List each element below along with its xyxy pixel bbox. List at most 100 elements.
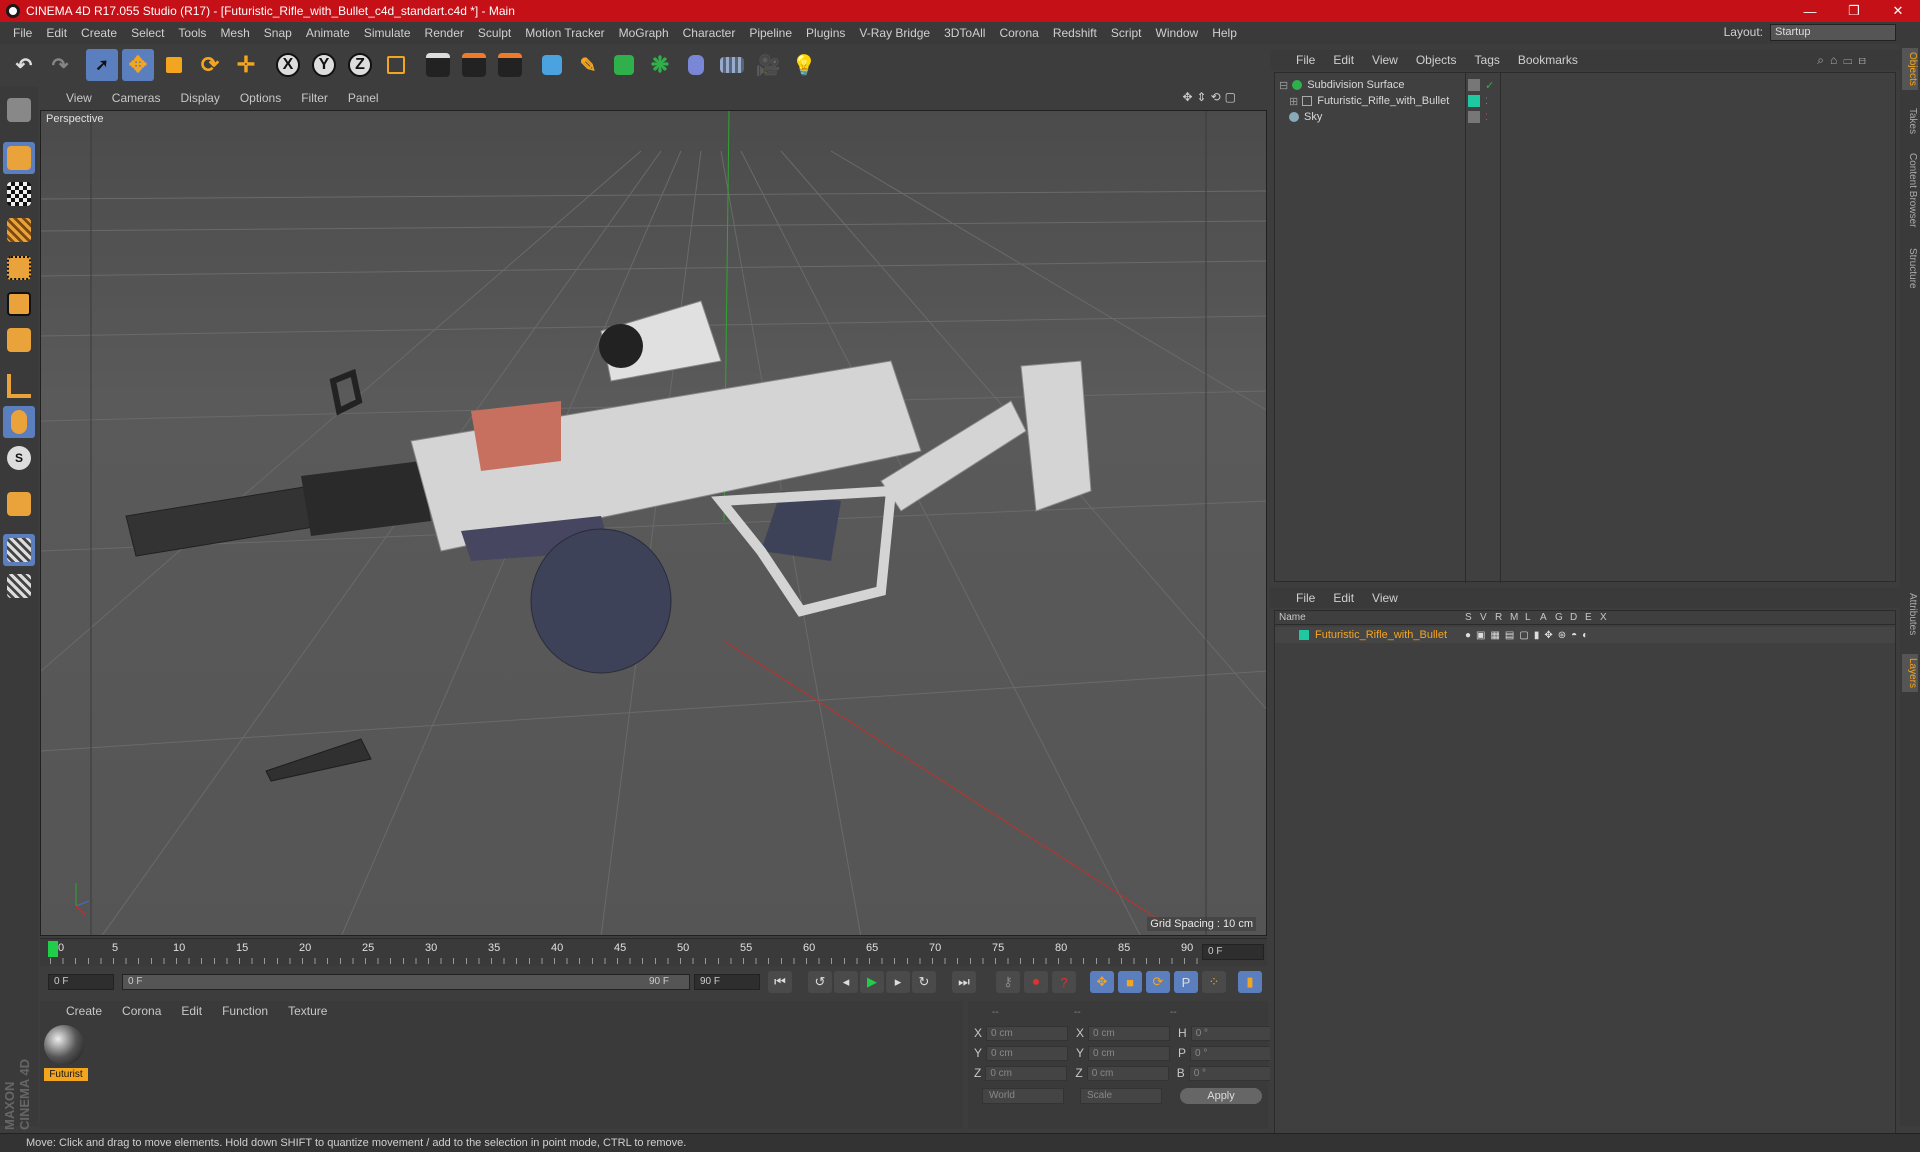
move-tool-button[interactable]: ✥	[122, 49, 154, 81]
key-rotation-button[interactable]: ⟳	[1146, 971, 1170, 993]
timeline-button[interactable]: ▮	[1238, 971, 1262, 993]
close-button[interactable]: ✕	[1876, 0, 1920, 22]
redo-button[interactable]: ↷	[44, 49, 76, 81]
material-menu-edit[interactable]: Edit	[181, 1004, 202, 1018]
menu-snap[interactable]: Snap	[264, 26, 292, 40]
apply-button[interactable]: Apply	[1180, 1088, 1262, 1104]
object-row-subdivision[interactable]: ⊟ Subdivision Surface ✓	[1275, 77, 1895, 93]
camera-button[interactable]: 🎥	[752, 49, 784, 81]
layer-color-swatch[interactable]	[1299, 630, 1309, 640]
enable-axis-button[interactable]	[3, 370, 35, 402]
visibility-toggle-icon[interactable]	[1468, 79, 1480, 91]
visibility-toggle-icon[interactable]	[1468, 111, 1480, 123]
go-to-end-button[interactable]: ⏭	[952, 971, 976, 993]
frame-range-slider[interactable]: 0 F 90 F	[122, 974, 690, 990]
size-z-field[interactable]: 0 cm	[1086, 1065, 1169, 1081]
scale-tool-button[interactable]	[158, 49, 190, 81]
last-tool-button[interactable]: ✛	[230, 49, 262, 81]
menu-vray-bridge[interactable]: V-Ray Bridge	[859, 26, 930, 40]
edit-render-settings-button[interactable]	[494, 49, 526, 81]
minimize-button[interactable]: —	[1788, 0, 1832, 22]
cube-object-button[interactable]	[536, 49, 568, 81]
previous-key-button[interactable]: ↺	[808, 971, 832, 993]
timeline-ruler[interactable]: 0 5 10 15 20 25 30 35 40 45 50 55 60 65 …	[40, 938, 1267, 966]
live-selection-button[interactable]: ➚	[86, 49, 118, 81]
om-menu-tags[interactable]: Tags	[1475, 53, 1500, 67]
size-mode-select[interactable]: Scale	[1080, 1088, 1162, 1104]
y-axis-button[interactable]: Y	[308, 49, 340, 81]
key-position-button[interactable]: ✥	[1090, 971, 1114, 993]
rifle-model[interactable]	[125, 300, 1092, 674]
expand-toggle-icon[interactable]: ⊞	[1289, 95, 1298, 108]
enabled-check-icon[interactable]: ✓	[1485, 79, 1494, 92]
position-z-field[interactable]: 0 cm	[985, 1065, 1068, 1081]
visibility-dots-icon[interactable]: ⁚	[1485, 112, 1488, 123]
lm-menu-view[interactable]: View	[1372, 591, 1398, 605]
deformer-button[interactable]	[680, 49, 712, 81]
menu-motion-tracker[interactable]: Motion Tracker	[525, 26, 604, 40]
menu-file[interactable]: File	[13, 26, 32, 40]
position-x-field[interactable]: 0 cm	[986, 1025, 1069, 1041]
viewport-nav-icons[interactable]: ✥⇕⟲▢	[1182, 90, 1240, 104]
om-menu-bookmarks[interactable]: Bookmarks	[1518, 53, 1578, 67]
position-y-field[interactable]: 0 cm	[986, 1045, 1069, 1061]
make-editable-button[interactable]	[3, 94, 35, 126]
menu-help[interactable]: Help	[1212, 26, 1237, 40]
current-frame-field[interactable]: 0 F	[1202, 944, 1264, 960]
menu-simulate[interactable]: Simulate	[364, 26, 411, 40]
maximize-button[interactable]: ❐	[1832, 0, 1876, 22]
polygons-mode-button[interactable]	[3, 324, 35, 356]
menu-3dtoall[interactable]: 3DToAll	[944, 26, 985, 40]
material-menu-create[interactable]: Create	[66, 1004, 102, 1018]
coordinate-mode-select[interactable]: World	[982, 1088, 1064, 1104]
floor-button[interactable]	[716, 49, 748, 81]
subdivision-surface-button[interactable]	[608, 49, 640, 81]
om-menu-edit[interactable]: Edit	[1333, 53, 1354, 67]
rotate-tool-button[interactable]: ⟳	[194, 49, 226, 81]
visibility-dots-icon[interactable]: ⁚	[1485, 96, 1488, 107]
menu-tools[interactable]: Tools	[178, 26, 206, 40]
workplane-mode-button[interactable]	[3, 214, 35, 246]
tab-takes[interactable]: Takes	[1902, 104, 1918, 138]
menu-select[interactable]: Select	[131, 26, 164, 40]
om-menu-view[interactable]: View	[1372, 53, 1398, 67]
collapse-toggle-icon[interactable]: ⊟	[1279, 79, 1288, 92]
menu-pipeline[interactable]: Pipeline	[749, 26, 792, 40]
model-mode-button[interactable]	[3, 142, 35, 174]
next-frame-button[interactable]: ▸	[886, 971, 910, 993]
bullet-model[interactable]	[265, 738, 372, 782]
om-menu-file[interactable]: File	[1296, 53, 1315, 67]
menu-mesh[interactable]: Mesh	[220, 26, 249, 40]
menu-edit[interactable]: Edit	[46, 26, 67, 40]
magnet-button[interactable]	[3, 488, 35, 520]
edges-mode-button[interactable]	[3, 288, 35, 320]
layer-toggle-icons[interactable]: ●▣▦▤▢▮✥⊛◓◐	[1465, 630, 1593, 641]
autokey-button[interactable]: ⏺	[1024, 971, 1048, 993]
rotation-h-field[interactable]: 0 °	[1190, 1025, 1273, 1041]
render-view-button[interactable]	[422, 49, 454, 81]
om-search-home-icons[interactable]: ⌕⌂▭⊟	[1817, 53, 1872, 68]
cloner-button[interactable]: ❋	[644, 49, 676, 81]
texture-mode-button[interactable]	[3, 178, 35, 210]
x-axis-button[interactable]: X	[272, 49, 304, 81]
tab-attributes[interactable]: Attributes	[1902, 589, 1918, 639]
menu-corona[interactable]: Corona	[999, 26, 1038, 40]
menu-animate[interactable]: Animate	[306, 26, 350, 40]
viewport-menu-cameras[interactable]: Cameras	[112, 91, 161, 105]
viewport-menu-filter[interactable]: Filter	[301, 91, 328, 105]
coordinate-system-button[interactable]	[380, 49, 412, 81]
start-frame-field[interactable]: 0 F	[48, 974, 114, 990]
size-y-field[interactable]: 0 cm	[1088, 1045, 1171, 1061]
key-scale-button[interactable]: ■	[1118, 971, 1142, 993]
previous-frame-button[interactable]: ◂	[834, 971, 858, 993]
material-swatch[interactable]: Futurist	[44, 1025, 88, 1085]
menu-render[interactable]: Render	[425, 26, 464, 40]
z-axis-button[interactable]: Z	[344, 49, 376, 81]
render-picture-viewer-button[interactable]	[458, 49, 490, 81]
menu-mograph[interactable]: MoGraph	[619, 26, 669, 40]
material-menu-corona[interactable]: Corona	[122, 1004, 161, 1018]
om-menu-objects[interactable]: Objects	[1416, 53, 1457, 67]
menu-redshift[interactable]: Redshift	[1053, 26, 1097, 40]
object-row-sky[interactable]: Sky ⁚	[1275, 109, 1895, 125]
next-key-button[interactable]: ↻	[912, 971, 936, 993]
